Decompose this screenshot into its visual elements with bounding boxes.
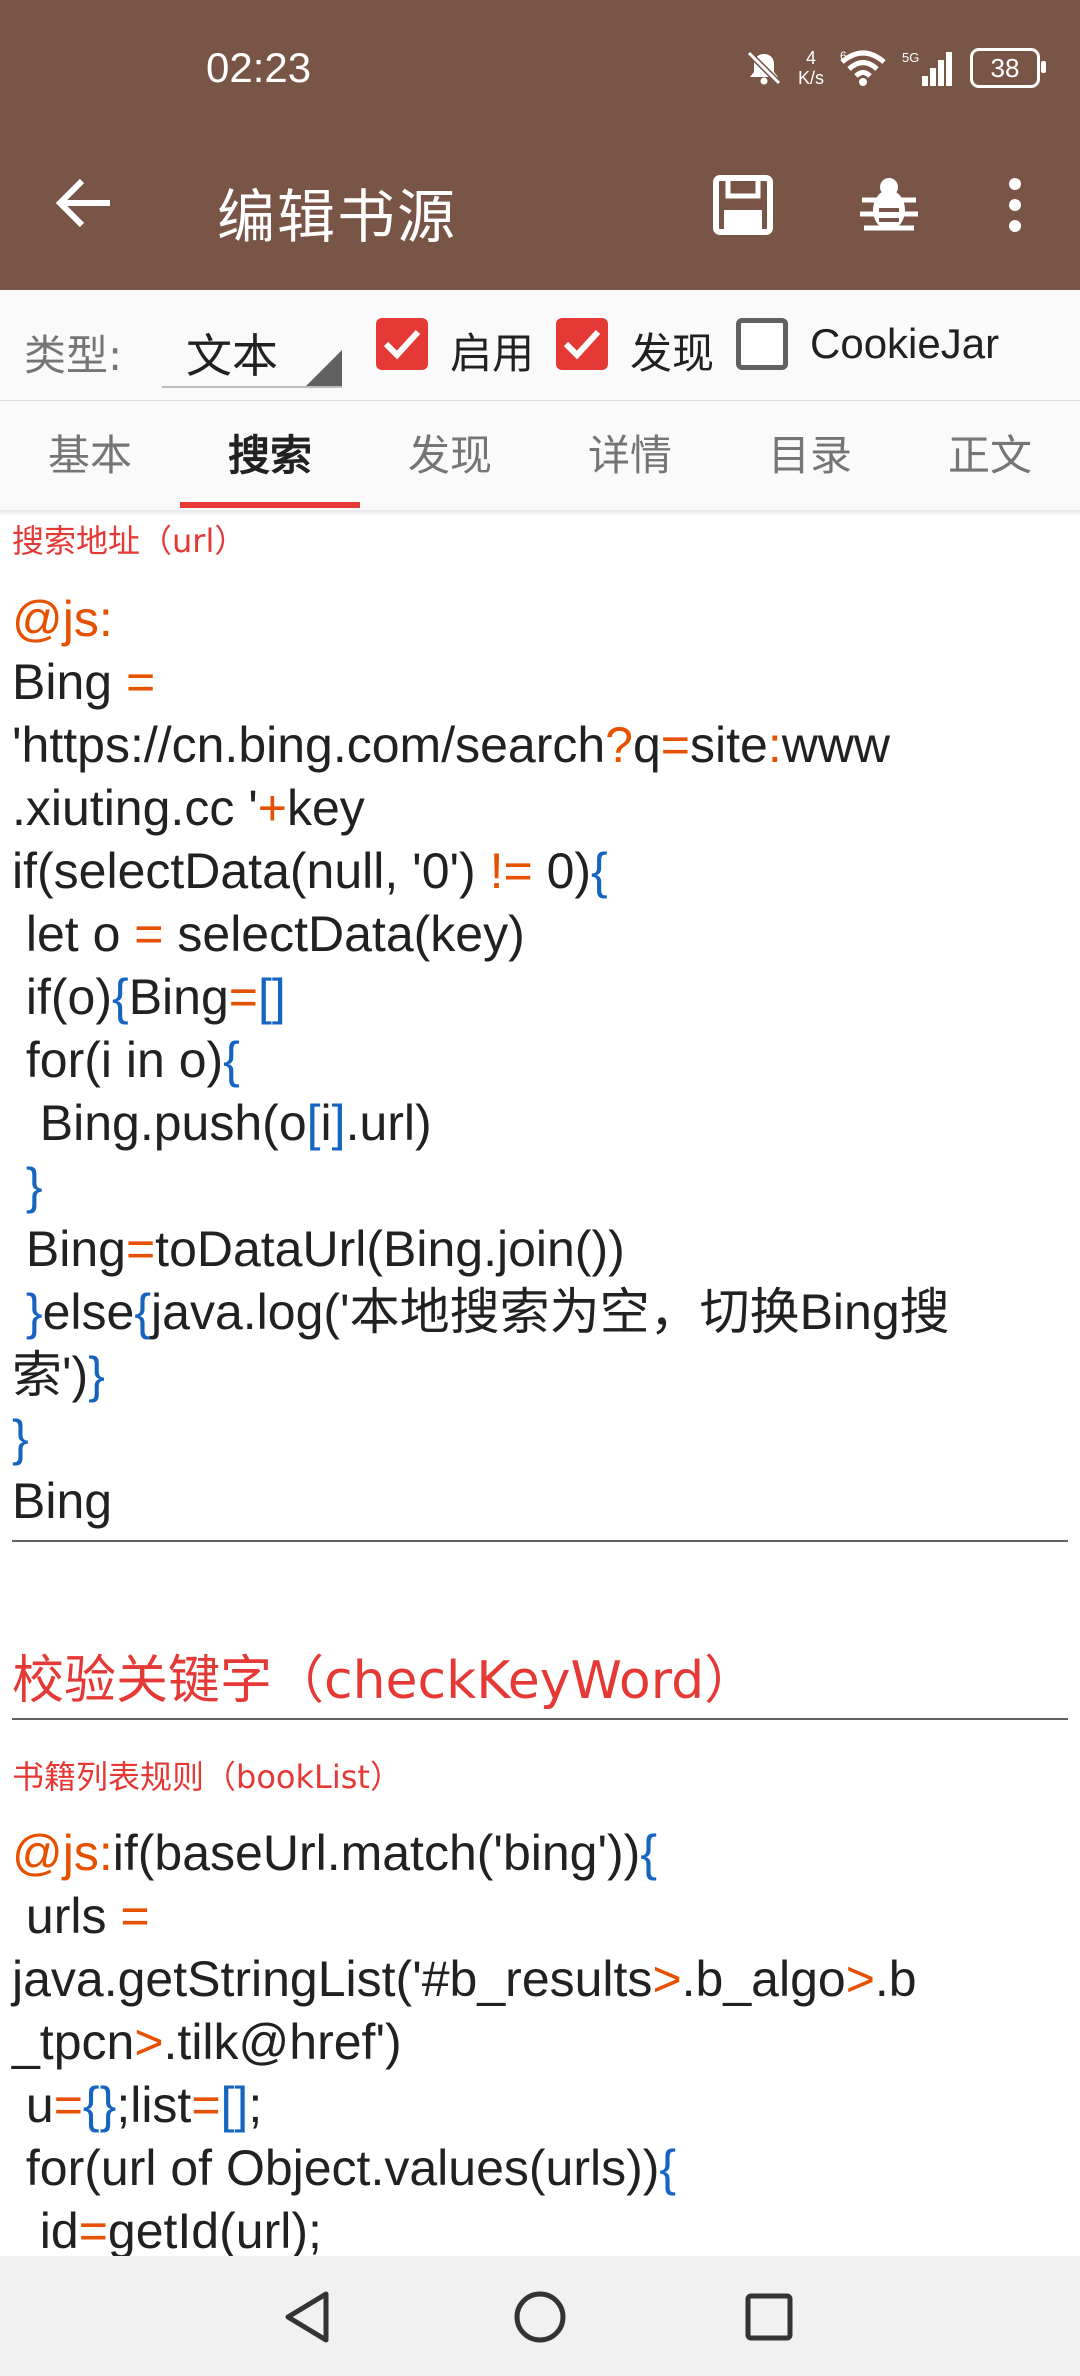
type-label: 类型: (24, 331, 123, 380)
battery-level: 38 (990, 52, 1020, 83)
booklist-code-line: urls = (12, 1888, 150, 1944)
status-time: 02:23 (206, 44, 312, 91)
cookiejar-checkbox[interactable] (736, 318, 788, 370)
network-speed-unit: K/s (797, 68, 824, 88)
recents-square-icon[interactable] (734, 2282, 804, 2352)
discover-label: 发现 (630, 329, 715, 378)
search-url-code-line: let o = selectData(key) (12, 906, 525, 962)
booklist-code-line: @js:if(baseUrl.match('bing')){ (12, 1825, 658, 1881)
status-icons: 4 K/s 6 5G 38 (744, 40, 1046, 96)
cellular-signal-icon: 5G (902, 50, 952, 86)
tab-content[interactable]: 正文 (900, 401, 1080, 511)
wifi-icon: 6 (840, 49, 886, 86)
back-triangle-icon[interactable] (274, 2282, 344, 2352)
wifi-badge: 6 (840, 49, 847, 63)
network-speed-value: 4 (805, 48, 816, 68)
search-url-code-line: if(o){Bing=[] (12, 969, 286, 1025)
search-url-code-line: }else{java.log('本地搜索为空，切换Bing搜 (25, 1284, 950, 1340)
bug-icon[interactable] (854, 170, 924, 240)
battery-indicator: 38 (970, 48, 1046, 88)
booklist-editor[interactable]: @js:if(baseUrl.match('bing')){ urls = jav… (12, 1822, 1072, 2263)
type-value: 文本 (186, 329, 278, 383)
home-circle-icon[interactable] (505, 2282, 575, 2352)
search-url-code-line: Bing=toDataUrl(Bing.join()) (12, 1221, 625, 1277)
enable-label: 启用 (450, 329, 535, 378)
check-keyword-underline (12, 1718, 1068, 1720)
tab-search[interactable]: 搜索 (180, 401, 360, 511)
checkmark-icon (383, 329, 421, 360)
booklist-code-line: id=getId(url); (12, 2203, 322, 2259)
search-url-code-line: .xiuting.cc '+key (12, 780, 365, 836)
booklist-code-line: java.getStringList('#b_results>.b_algo>.… (12, 1951, 917, 2007)
dropdown-arrow-icon (306, 350, 342, 386)
search-url-code-line: for(i in o){ (12, 1032, 240, 1088)
signal-badge: 5G (902, 50, 919, 65)
more-vert-icon[interactable] (980, 170, 1050, 240)
booklist-code-line: for(url of Object.values(urls)){ (12, 2140, 677, 2196)
enable-checkbox[interactable] (376, 318, 428, 370)
page-title: 编辑书源 (217, 183, 458, 251)
booklist-code-line: _tpcn>.tilk@href') (12, 2014, 402, 2070)
mute-bell-icon (746, 50, 782, 86)
search-url-underline (12, 1540, 1068, 1542)
search-url-code-line: 索')} (12, 1347, 105, 1403)
checkmark-icon (563, 329, 601, 360)
network-speed: 4 K/s (798, 48, 824, 88)
search-url-editor[interactable]: @js: Bing = 'https://cn.bing.com/search?q=… (12, 588, 1072, 1533)
search-url-code-line: } (12, 1410, 29, 1466)
search-url-code-line: Bing.push(o[i].url) (12, 1095, 432, 1151)
search-url-code-line: if(selectData(null, '0') != 0){ (12, 843, 608, 899)
search-url-code-line: Bing (12, 1473, 113, 1529)
tab-discover[interactable]: 发现 (360, 401, 540, 511)
tab-bar: 基本 搜索 发现 详情 目录 正文 (0, 400, 1080, 511)
search-url-code-line: 'https://cn.bing.com/search?q=site:www (12, 717, 891, 773)
type-spinner[interactable]: 文本 (162, 302, 342, 388)
tab-indicator (180, 502, 360, 508)
tab-basic[interactable]: 基本 (0, 401, 180, 511)
cookiejar-label: CookieJar (810, 320, 1000, 367)
save-icon[interactable] (708, 170, 778, 240)
tab-detail[interactable]: 详情 (540, 401, 720, 511)
app-bar: 02:23 4 K/s 6 5G 38 编辑书源 (0, 0, 1080, 290)
booklist-code-line: u={};list=[]; (12, 2077, 263, 2133)
back-arrow-icon[interactable] (50, 168, 120, 238)
discover-checkbox[interactable] (556, 318, 608, 370)
check-keyword-hint[interactable]: 校验关键字（checkKeyWord） (12, 1638, 756, 1713)
booklist-label: 书籍列表规则（bookList） (12, 1758, 402, 1796)
search-url-code-line: } (25, 1158, 43, 1214)
tab-toc[interactable]: 目录 (720, 401, 900, 511)
search-url-code-line: @js: (12, 591, 113, 647)
system-nav-bar (0, 2256, 1080, 2376)
search-url-code-line: Bing = (12, 654, 156, 710)
search-url-label: 搜索地址（url） (12, 522, 247, 560)
